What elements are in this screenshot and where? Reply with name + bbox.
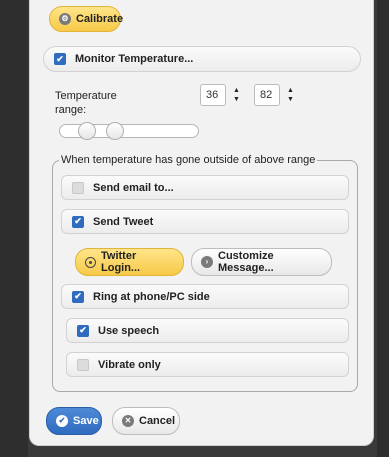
temperature-min-input[interactable]: 36 <box>200 84 226 106</box>
close-icon: ✕ <box>122 415 134 427</box>
send-tweet-option[interactable]: ✔ Send Tweet <box>61 209 349 234</box>
save-button[interactable]: ✔ Save <box>46 407 102 435</box>
checkbox-checked-icon: ✔ <box>77 324 89 337</box>
monitor-temperature-label: Monitor Temperature... <box>75 53 194 65</box>
send-email-option[interactable]: Send email to... <box>61 175 349 200</box>
calibrate-button[interactable]: ⚙ Calibrate <box>49 6 124 32</box>
ring-label: Ring at phone/PC side <box>93 290 210 303</box>
checkbox-checked-icon: ✔ <box>54 53 66 65</box>
spin-up-icon[interactable]: ▲ <box>287 87 294 94</box>
customize-message-button[interactable]: › Customize Message... <box>191 248 332 276</box>
ring-option[interactable]: ✔ Ring at phone/PC side <box>61 284 349 309</box>
customize-message-label: Customize Message... <box>218 250 274 274</box>
right-bezel <box>377 0 389 457</box>
temperature-max-input[interactable]: 82 <box>254 84 280 106</box>
vibrate-only-option[interactable]: Vibrate only <box>66 352 349 377</box>
checkbox-checked-icon: ✔ <box>72 215 84 228</box>
vibrate-only-label: Vibrate only <box>98 358 161 371</box>
checkbox-unchecked-icon <box>72 181 84 194</box>
send-email-label: Send email to... <box>93 181 174 194</box>
temperature-range-slider[interactable] <box>59 122 199 140</box>
calibrate-label: Calibrate <box>76 13 124 25</box>
radio-icon <box>85 256 96 268</box>
slider-min-handle[interactable] <box>78 122 96 140</box>
left-bezel <box>0 0 28 457</box>
cancel-label: Cancel <box>139 415 176 427</box>
checkbox-checked-icon: ✔ <box>72 290 84 303</box>
alert-options-legend: When temperature has gone outside of abo… <box>61 154 316 166</box>
slider-max-handle[interactable] <box>106 122 124 140</box>
checkbox-unchecked-icon <box>77 358 89 371</box>
use-speech-option[interactable]: ✔ Use speech <box>66 318 349 343</box>
min-spinner-arrows[interactable]: ▲ ▼ <box>232 85 241 105</box>
spin-up-icon[interactable]: ▲ <box>233 87 240 94</box>
chevron-right-icon: › <box>201 256 213 268</box>
send-tweet-label: Send Tweet <box>93 215 154 228</box>
monitor-temperature-toggle[interactable]: ✔ Monitor Temperature... <box>43 46 361 72</box>
save-label: Save <box>73 415 99 427</box>
gear-icon: ⚙ <box>59 13 71 25</box>
temperature-range-label: Temperature range: <box>55 90 117 116</box>
use-speech-label: Use speech <box>98 324 160 337</box>
twitter-login-label: Twitter Login... <box>101 250 141 274</box>
spin-down-icon[interactable]: ▼ <box>233 96 240 103</box>
twitter-login-button[interactable]: Twitter Login... <box>75 248 184 276</box>
spin-down-icon[interactable]: ▼ <box>287 96 294 103</box>
max-spinner-arrows[interactable]: ▲ ▼ <box>286 85 295 105</box>
cancel-button[interactable]: ✕ Cancel <box>112 407 180 435</box>
settings-panel: ⚙ Calibrate ✔ Monitor Temperature... Tem… <box>29 0 374 446</box>
checkmark-icon: ✔ <box>56 415 68 427</box>
